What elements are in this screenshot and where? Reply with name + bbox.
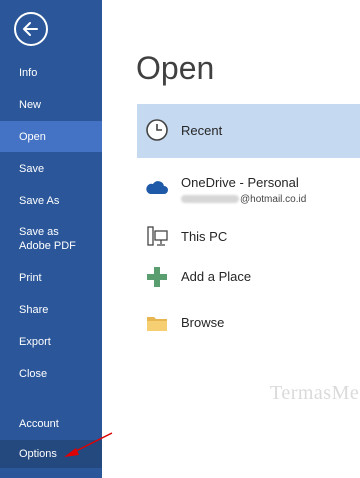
- cloud-icon: [146, 181, 168, 194]
- place-label: Add a Place: [181, 269, 252, 284]
- place-label: This PC: [181, 229, 228, 244]
- back-arrow-icon: [23, 22, 38, 36]
- clock-icon: [146, 119, 168, 141]
- nav-item-export[interactable]: Export: [0, 332, 102, 352]
- nav-item-open[interactable]: Open: [0, 121, 102, 152]
- place-add-a-place[interactable]: Add a Place: [137, 262, 360, 292]
- folder-icon: [147, 317, 167, 331]
- place-label: OneDrive - Personal: [181, 175, 299, 190]
- back-button[interactable]: [14, 12, 48, 46]
- place-recent[interactable]: Recent: [137, 104, 360, 158]
- place-label: Recent: [181, 123, 223, 138]
- plus-icon: [147, 267, 167, 287]
- nav-item-save-as-adobe-pdf[interactable]: Save as Adobe PDF: [0, 223, 92, 255]
- redacted-email-user: [181, 195, 239, 204]
- red-arrow-icon: [64, 432, 113, 457]
- watermark: TermasMedia: [270, 382, 360, 404]
- open-pane: Open Recent OneDrive - Personal @hotmail…: [102, 0, 360, 478]
- nav-item-save[interactable]: Save: [0, 159, 102, 179]
- nav-item-print[interactable]: Print: [0, 268, 102, 288]
- nav-item-save-as[interactable]: Save As: [0, 191, 102, 211]
- account-email: @hotmail.co.id: [181, 194, 306, 205]
- place-browse[interactable]: Browse: [137, 308, 360, 338]
- nav-item-close[interactable]: Close: [0, 364, 102, 384]
- backstage-sidebar: Info New Open Save Save As Save as Adobe…: [0, 0, 102, 478]
- place-onedrive[interactable]: OneDrive - Personal @hotmail.co.id: [137, 170, 360, 210]
- nav-item-new[interactable]: New: [0, 95, 102, 115]
- computer-icon: [147, 226, 168, 246]
- page-title: Open: [136, 50, 215, 86]
- nav-item-share[interactable]: Share: [0, 300, 102, 320]
- place-label: Browse: [181, 315, 225, 330]
- place-this-pc[interactable]: This PC: [137, 222, 360, 252]
- nav-item-info[interactable]: Info: [0, 63, 102, 83]
